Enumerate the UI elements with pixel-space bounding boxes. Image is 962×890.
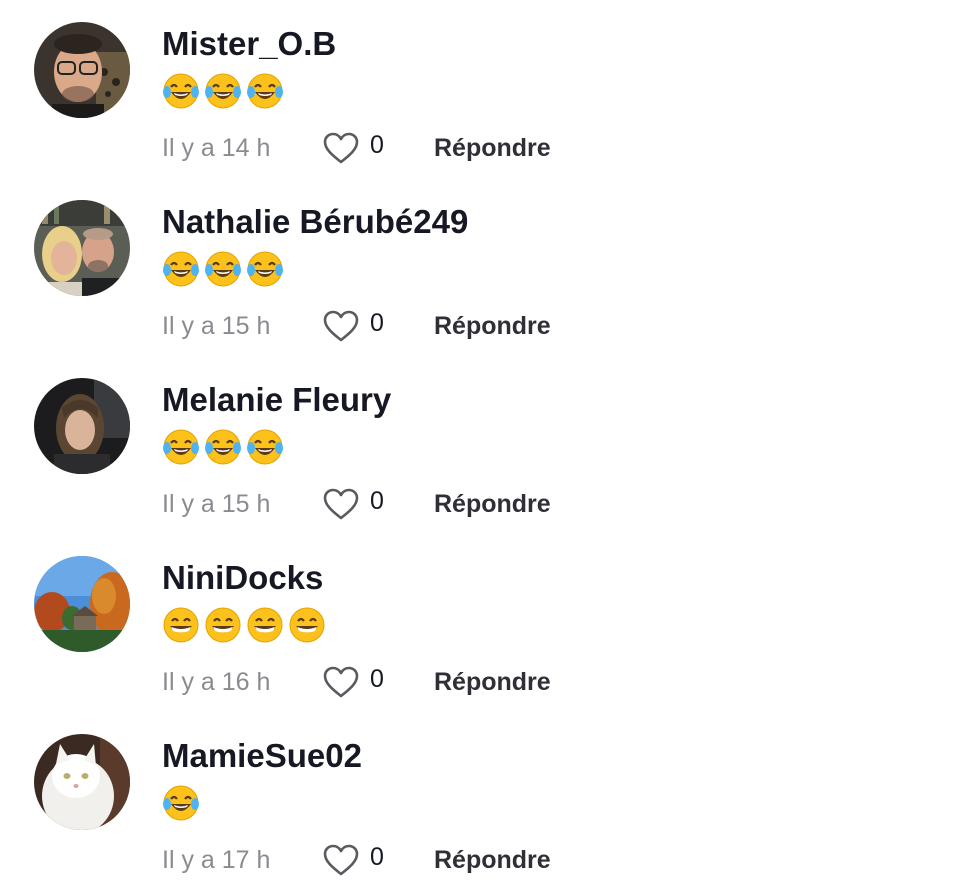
joy-emoji-icon	[246, 72, 284, 110]
joy-emoji-icon	[162, 250, 200, 288]
avatar[interactable]	[34, 556, 130, 652]
comment-username[interactable]: Melanie Fleury	[162, 380, 391, 420]
like-button[interactable]: 0	[322, 662, 384, 702]
heart-outline-icon	[323, 488, 359, 520]
joy-emoji-icon	[246, 250, 284, 288]
joy-emoji-icon	[204, 428, 242, 466]
joy-emoji-icon	[204, 250, 242, 288]
comment-text	[162, 72, 284, 114]
comment-meta: Il y a 16 h 0 Répondre	[162, 662, 582, 702]
like-count: 0	[370, 665, 384, 693]
comment-item: MamieSue02 Il y a 17 h 0 Répondre	[0, 712, 962, 890]
comment-username[interactable]: Mister_O.B	[162, 24, 336, 64]
avatar[interactable]	[34, 22, 130, 118]
heart-outline-icon	[323, 666, 359, 698]
comment-meta: Il y a 17 h 0 Répondre	[162, 840, 582, 880]
heart-outline-icon	[323, 310, 359, 342]
comment-meta: Il y a 15 h 0 Répondre	[162, 484, 582, 524]
like-button[interactable]: 0	[322, 128, 384, 168]
avatar-image-autumn-landscape	[34, 556, 130, 652]
comment-meta: Il y a 14 h 0 Répondre	[162, 128, 582, 168]
comment-text	[162, 784, 200, 826]
joy-emoji-icon	[162, 72, 200, 110]
comment-timestamp: Il y a 15 h	[162, 312, 271, 340]
joy-emoji-icon	[246, 428, 284, 466]
avatar[interactable]	[34, 734, 130, 830]
comment-item: Mister_O.B Il y a 14 h 0 Répondre	[0, 0, 962, 178]
grin-emoji-icon	[288, 606, 326, 644]
avatar-image-couple-selfie	[34, 200, 130, 296]
avatar-image-man-with-glasses	[34, 22, 130, 118]
reply-button[interactable]: Répondre	[434, 488, 551, 520]
comment-meta: Il y a 15 h 0 Répondre	[162, 306, 582, 346]
comment-username[interactable]: Nathalie Bérubé249	[162, 202, 468, 242]
heart-outline-icon	[323, 844, 359, 876]
comment-username[interactable]: NiniDocks	[162, 558, 323, 598]
joy-emoji-icon	[162, 784, 200, 822]
comment-text	[162, 250, 284, 292]
like-button[interactable]: 0	[322, 840, 384, 880]
reply-button[interactable]: Répondre	[434, 844, 551, 876]
like-count: 0	[370, 487, 384, 515]
comment-timestamp: Il y a 16 h	[162, 668, 271, 696]
comment-item: Melanie Fleury Il y a 15 h 0 Répondre	[0, 356, 962, 534]
comment-timestamp: Il y a 14 h	[162, 134, 271, 162]
reply-button[interactable]: Répondre	[434, 310, 551, 342]
reply-button[interactable]: Répondre	[434, 666, 551, 698]
grin-emoji-icon	[246, 606, 284, 644]
comment-item: Nathalie Bérubé249 Il y a 15 h 0 Répondr…	[0, 178, 962, 356]
avatar-image-woman-in-car	[34, 378, 130, 474]
avatar[interactable]	[34, 378, 130, 474]
like-button[interactable]: 0	[322, 306, 384, 346]
comment-timestamp: Il y a 17 h	[162, 846, 271, 874]
grin-emoji-icon	[162, 606, 200, 644]
avatar[interactable]	[34, 200, 130, 296]
grin-emoji-icon	[204, 606, 242, 644]
heart-outline-icon	[323, 132, 359, 164]
joy-emoji-icon	[204, 72, 242, 110]
comment-timestamp: Il y a 15 h	[162, 490, 271, 518]
comment-item: NiniDocks Il y a 16 h 0 Répondre	[0, 534, 962, 712]
joy-emoji-icon	[162, 428, 200, 466]
reply-button[interactable]: Répondre	[434, 132, 551, 164]
like-count: 0	[370, 309, 384, 337]
like-button[interactable]: 0	[322, 484, 384, 524]
like-count: 0	[370, 843, 384, 871]
comment-text	[162, 606, 326, 648]
avatar-image-white-cat	[34, 734, 130, 830]
comment-username[interactable]: MamieSue02	[162, 736, 362, 776]
like-count: 0	[370, 131, 384, 159]
comment-text	[162, 428, 284, 470]
